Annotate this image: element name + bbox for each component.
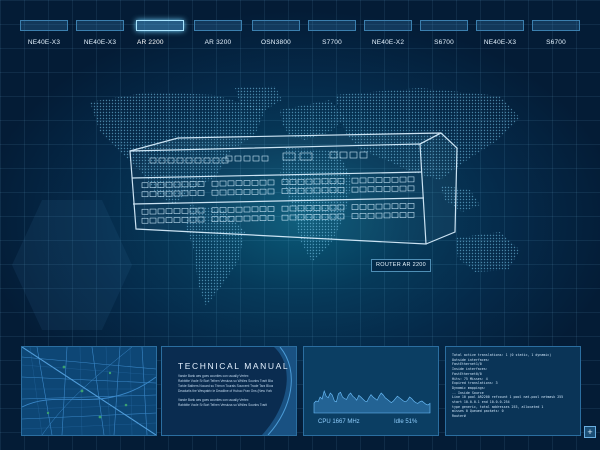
manual-text: Vande Bank aes goes counties con usually… — [178, 374, 273, 408]
cpu-idle-label: Idle 51% — [394, 419, 418, 425]
manual-line: Deaduriis the Wespatriv le Deadline of H… — [178, 389, 273, 393]
tab-indicator — [420, 20, 468, 31]
tab-s6700-2[interactable]: S6700 — [531, 20, 581, 46]
tab-indicator — [364, 20, 412, 31]
tab-indicator — [136, 20, 184, 31]
terminal-line: Router# — [452, 414, 466, 419]
tab-ne40e-x3-1[interactable]: NE40E-X3 — [19, 20, 69, 46]
tab-indicator — [252, 20, 300, 31]
tab-s7700[interactable]: S7700 — [307, 20, 357, 46]
add-icon[interactable]: + — [584, 426, 596, 438]
cpu-frequency-label: CPU 1667 MHz — [318, 419, 360, 425]
tab-label: NE40E-X3 — [27, 39, 61, 46]
tab-s6700-1[interactable]: S6700 — [419, 20, 469, 46]
tab-indicator — [532, 20, 580, 31]
tab-indicator — [308, 20, 356, 31]
tab-ne40e-x3-2[interactable]: NE40E-X3 — [75, 20, 125, 46]
terminal-panel[interactable]: Total active translations: 1 (0 static, … — [445, 346, 581, 436]
map-panel[interactable] — [21, 346, 157, 436]
tab-ne40e-x3-3[interactable]: NE40E-X3 — [475, 20, 525, 46]
terminal-output: Total active translations: 1 (0 static, … — [452, 353, 576, 419]
tab-ne40e-x2[interactable]: NE40E-X2 — [363, 20, 413, 46]
tab-label: OSN3800 — [261, 39, 291, 46]
tab-indicator — [194, 20, 242, 31]
tab-label: NE40E-X3 — [483, 39, 517, 46]
manual-title: TECHNICAL MANUAL — [178, 361, 290, 371]
tab-indicator — [76, 20, 124, 31]
device-label: ROUTER AR 2200 — [371, 259, 431, 272]
cpu-panel[interactable]: CPU 1667 MHz Idle 51% — [303, 346, 439, 436]
tab-label: S6700 — [434, 39, 454, 46]
device-tabs: NE40E-X3 NE40E-X3 AR 2200 AR 3200 OSN380… — [0, 0, 600, 50]
technical-manual-panel[interactable]: TECHNICAL MANUAL Vande Bank aes goes cou… — [161, 346, 297, 436]
tab-label: AR 3200 — [204, 39, 232, 46]
tab-label: AR 2200 — [137, 39, 164, 46]
tab-indicator — [476, 20, 524, 31]
tab-label: S7700 — [322, 39, 342, 46]
tab-label: NE40E-X2 — [371, 39, 405, 46]
tab-osn3800[interactable]: OSN3800 — [251, 20, 301, 46]
tab-ar-3200[interactable]: AR 3200 — [193, 20, 243, 46]
tab-label: NE40E-X3 — [83, 39, 117, 46]
tab-indicator — [20, 20, 68, 31]
tab-ar-2200[interactable]: AR 2200 — [135, 20, 185, 46]
manual-line: Rabbitte Vocle Sr Bort Telhen Versiuss s… — [178, 403, 268, 407]
tab-label: S6700 — [546, 39, 566, 46]
street-map — [22, 347, 156, 435]
